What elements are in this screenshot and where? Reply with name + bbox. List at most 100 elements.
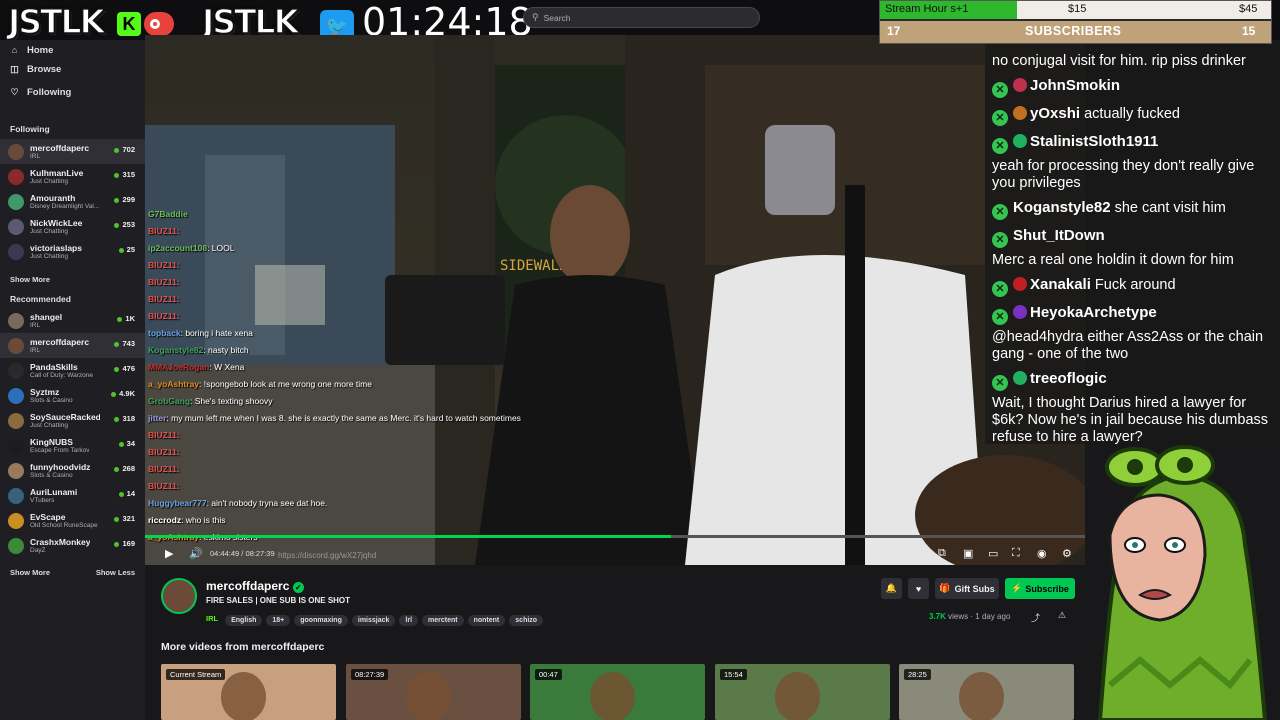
- share-icon[interactable]: ⤴: [1031, 611, 1040, 624]
- video-thumbnail[interactable]: 08:27:39: [346, 664, 521, 720]
- viewer-count: 1K: [117, 314, 135, 323]
- notification-bell-button[interactable]: 🔔: [881, 578, 902, 599]
- following-show-more[interactable]: Show More: [0, 268, 145, 290]
- channel-avatar[interactable]: [161, 578, 197, 614]
- channel-text: SoySauceRacked Just Chatting: [30, 412, 100, 430]
- channel-name: mercoffdaperc: [30, 336, 90, 347]
- channel-avatar-icon: [8, 312, 24, 329]
- video-thumbnail[interactable]: Current Stream: [161, 664, 336, 720]
- views-info: 3.7K views · 1 day ago: [929, 612, 1011, 621]
- chat-username[interactable]: JohnSmokin: [1030, 77, 1120, 94]
- show-more-button[interactable]: Show More: [10, 568, 50, 577]
- viewer-count: 318: [114, 414, 135, 423]
- recommended-channel[interactable]: CrashxMonkey DayZ 169: [0, 533, 145, 558]
- channel-avatar-icon: [8, 362, 24, 379]
- video-chat-line: jitter: my mum left me when I was 8. she…: [148, 410, 628, 427]
- channel-name: SoySauceRacked: [30, 411, 100, 422]
- chat-message: @head4hydra either Ass2Ass or the chain …: [985, 327, 1280, 365]
- nav-browse[interactable]: ◫ Browse: [10, 58, 145, 81]
- chat-username[interactable]: Koganstyle82: [1013, 199, 1111, 216]
- recommended-channel[interactable]: funnyhoodvidz Slots & Casino 268: [0, 458, 145, 483]
- recommended-channel[interactable]: PandaSkills Call of Duty: Warzone 476: [0, 358, 145, 383]
- report-icon[interactable]: ⚠: [1058, 610, 1066, 621]
- player-controls: ▶ 🔊 04:44:49 / 08:27:39 https://discord.…: [145, 535, 1085, 565]
- video-thumbnail[interactable]: 00:47: [530, 664, 705, 720]
- video-thumbnail[interactable]: 15:54: [715, 664, 890, 720]
- show-less-button[interactable]: Show Less: [96, 568, 135, 577]
- pip-icon[interactable]: ⧉: [938, 547, 946, 560]
- recommended-channel[interactable]: EvScape Old School RuneScape 321: [0, 508, 145, 533]
- chat-username[interactable]: treeoflogic: [1030, 370, 1107, 387]
- category-link[interactable]: IRL: [206, 614, 218, 623]
- following-channel[interactable]: Amouranth Disney Dreamlight Val... 299: [0, 189, 145, 214]
- stream-title: FIRE SALES | ONE SUB IS ONE SHOT: [206, 596, 351, 605]
- follow-heart-button[interactable]: ♥: [908, 578, 929, 599]
- channel-name: AuriLunami: [30, 486, 78, 497]
- channel-avatar-icon: [8, 512, 24, 529]
- recommended-channel[interactable]: mercoffdaperc IRL 743: [0, 333, 145, 358]
- heart-icon: ♡: [10, 87, 19, 97]
- nav-home[interactable]: ⌂ Home: [10, 42, 145, 58]
- chat-text: no conjugal visit for him. rip piss drin…: [992, 53, 1246, 69]
- subscribers-left: 17: [887, 24, 901, 38]
- uploaded-ago: 1 day ago: [975, 612, 1011, 621]
- video-player[interactable]: SIDEWALK G7Baddie BIUZ11: ip2account108: L…: [145, 35, 1085, 565]
- channel-name: PandaSkills: [30, 361, 78, 372]
- stream-tag[interactable]: lrl: [399, 615, 419, 626]
- volume-icon[interactable]: 🔊: [189, 547, 203, 560]
- stream-tag[interactable]: nontent: [467, 615, 506, 626]
- nav-following[interactable]: ♡ Following: [10, 81, 145, 104]
- stream-tag[interactable]: imissjack: [351, 615, 396, 626]
- show-more-label: Show More: [10, 274, 51, 284]
- video-thumbnail[interactable]: 28:25: [899, 664, 1074, 720]
- search-input[interactable]: ⚲ Search: [523, 7, 760, 28]
- chat-username[interactable]: yOxshi: [1030, 105, 1080, 122]
- settings-gear-icon[interactable]: ⚙: [1062, 547, 1072, 560]
- channel-name: funnyhoodvidz: [30, 461, 91, 472]
- recommended-channel[interactable]: shangel IRL 1K: [0, 308, 145, 333]
- video-chat-line: a_yoAshtray: !spongebob look at me wrong…: [148, 376, 628, 393]
- theater-icon[interactable]: ▭: [988, 547, 998, 560]
- subscribe-button[interactable]: ⚡ Subscribe: [1005, 578, 1075, 599]
- video-chat-line: BIUZ11:: [148, 223, 628, 240]
- gift-subs-button[interactable]: 🎁 Gift Subs: [935, 578, 999, 599]
- chat-username[interactable]: Xanakali: [1030, 276, 1091, 293]
- thumbnail-face: [406, 672, 451, 720]
- clip-icon[interactable]: ▣: [963, 547, 973, 560]
- following-channel[interactable]: KulhmanLive Just Chatting 315: [0, 164, 145, 189]
- channel-game: Just Chatting: [30, 227, 68, 235]
- video-chat-user: BIUZ11:: [148, 260, 180, 270]
- channel-game: DayZ: [30, 546, 46, 554]
- chat-username[interactable]: HeyokaArchetype: [1030, 304, 1157, 321]
- channel-avatar-icon: [8, 487, 24, 504]
- chat-username[interactable]: StalinistSloth1911: [1030, 133, 1158, 150]
- channel-name[interactable]: mercoffdaperc ✓: [206, 579, 304, 593]
- chat-username[interactable]: Shut_ItDown: [1013, 227, 1105, 244]
- play-icon[interactable]: ▶: [165, 547, 173, 560]
- stream-tag[interactable]: 18+: [266, 615, 291, 626]
- following-channel[interactable]: victoriaslaps Just Chatting 25: [0, 239, 145, 264]
- recommended-channel[interactable]: SoySauceRacked Just Chatting 318: [0, 408, 145, 433]
- stream-tag[interactable]: goonmaxing: [294, 615, 348, 626]
- stream-tag[interactable]: schizo: [509, 615, 544, 626]
- following-channel[interactable]: mercoffdaperc IRL 702: [0, 139, 145, 164]
- channel-name: CrashxMonkey: [30, 536, 91, 547]
- following-channel[interactable]: NickWickLee Just Chatting 253: [0, 214, 145, 239]
- nav-home-label: Home: [27, 44, 54, 56]
- recommended-channel[interactable]: AuriLunami VTubers 14: [0, 483, 145, 508]
- fullscreen-icon[interactable]: ⛶: [1012, 547, 1020, 560]
- recommended-channel[interactable]: Syztmz Slots & Casino 4.9K: [0, 383, 145, 408]
- stream-tag[interactable]: merctent: [422, 615, 464, 626]
- user-badge-icon: [1013, 371, 1027, 385]
- channel-text: AuriLunami VTubers: [30, 487, 77, 505]
- recommended-title: Recommended: [10, 294, 71, 304]
- subscribe-icon: ⚡: [1011, 583, 1023, 593]
- chat-message: ✕ HeyokaArchetype: [985, 302, 1280, 327]
- stream-tag[interactable]: English: [225, 615, 263, 626]
- speed-icon[interactable]: ◉: [1037, 547, 1047, 560]
- recommended-channel[interactable]: KingNUBS Escape From Tarkov 34: [0, 433, 145, 458]
- thumbnail-badge: 00:47: [535, 669, 562, 680]
- check-badge-icon: ✕: [992, 232, 1008, 248]
- video-chat-user: BIUZ11:: [148, 430, 180, 440]
- video-chat-line: BIUZ11:: [148, 427, 628, 444]
